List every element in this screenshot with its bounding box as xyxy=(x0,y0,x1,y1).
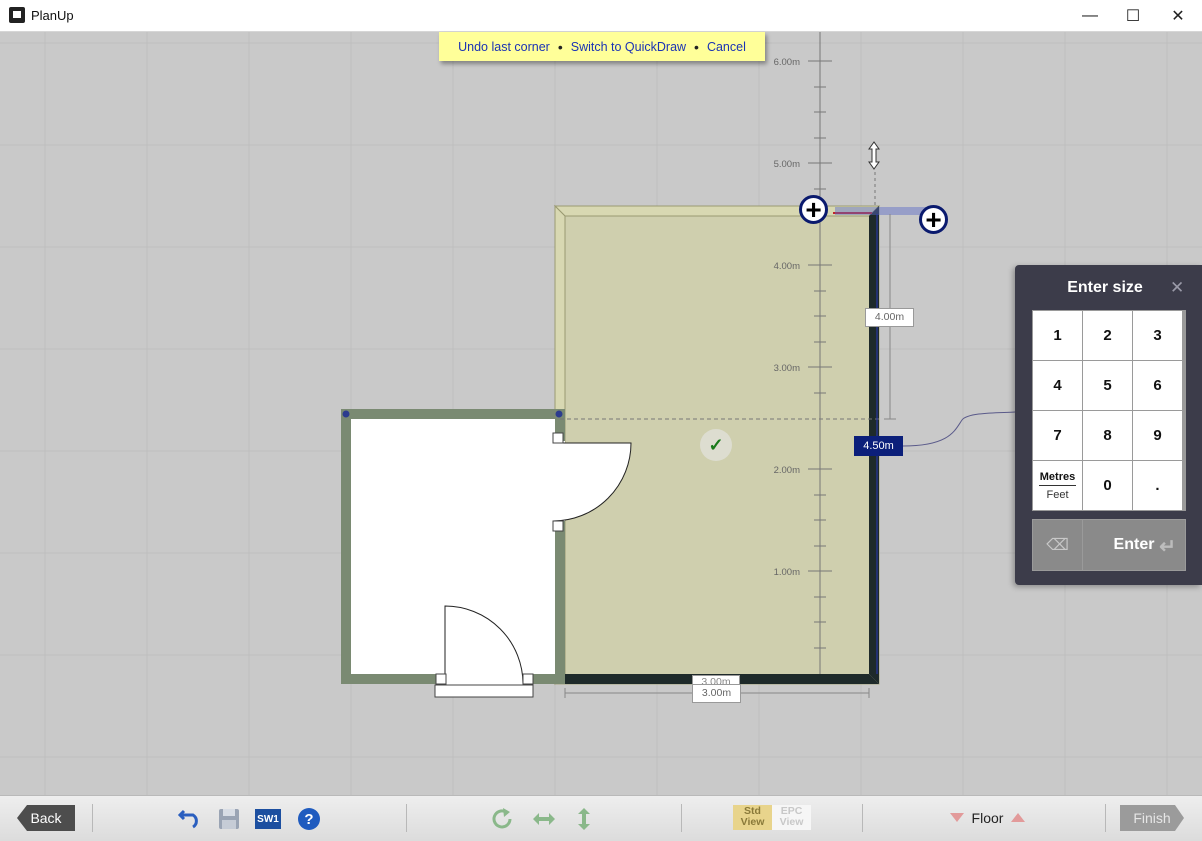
enter-key[interactable]: Enter ↵ xyxy=(1083,520,1185,570)
floor-navigator: Floor xyxy=(945,807,1030,829)
door-hinge[interactable] xyxy=(552,432,564,444)
toolbar-divider xyxy=(406,804,407,832)
epc-view-button[interactable]: EPC View xyxy=(772,805,811,830)
active-dimension-label[interactable]: 4.50m xyxy=(854,436,903,456)
key-0[interactable]: 0 xyxy=(1083,461,1132,510)
door-hinge[interactable] xyxy=(552,520,564,532)
toolbar-divider xyxy=(1105,804,1106,832)
save-icon[interactable] xyxy=(216,806,242,832)
enter-arrow-icon: ↵ xyxy=(1159,536,1176,558)
undo-last-corner-link[interactable]: Undo last corner xyxy=(458,40,550,54)
close-button[interactable]: ✕ xyxy=(1155,0,1201,31)
flip-vertical-icon[interactable] xyxy=(571,806,597,832)
key-1[interactable]: 1 xyxy=(1033,311,1082,360)
drawing-hint-bar: Undo last corner • Switch to QuickDraw •… xyxy=(439,32,765,61)
floor-down-icon[interactable] xyxy=(949,813,964,823)
toolbar-divider xyxy=(92,804,93,832)
panel-title: Enter size xyxy=(1067,279,1143,296)
rotate-icon[interactable] xyxy=(490,806,516,832)
undo-icon[interactable] xyxy=(175,806,201,832)
view-toggle: Std View EPC View xyxy=(733,805,811,830)
corner-node[interactable] xyxy=(342,410,350,418)
resize-cursor-icon xyxy=(868,141,880,170)
unit-toggle-key[interactable]: Metres Feet xyxy=(1033,461,1082,510)
panel-leader-line xyxy=(902,411,1016,447)
sw1-label: SW1 xyxy=(255,809,281,829)
door-threshold xyxy=(434,684,534,698)
backspace-key[interactable]: ⌫ xyxy=(1033,520,1082,570)
confirm-room-check-icon[interactable]: ✓ xyxy=(700,429,732,461)
backspace-icon: ⌫ xyxy=(1046,537,1069,554)
unit-metres-label: Metres xyxy=(1038,471,1077,486)
key-7[interactable]: 7 xyxy=(1033,411,1082,460)
key-decimal[interactable]: . xyxy=(1133,461,1182,510)
bottom-dimension-label[interactable]: 3.00m xyxy=(692,684,741,703)
ruler-label: 4.00m xyxy=(774,261,800,272)
enter-size-panel: Enter size ✕ 1 2 3 4 5 6 7 8 9 Metres Fe… xyxy=(1015,265,1202,585)
help-icon[interactable]: ? xyxy=(296,806,322,832)
key-2[interactable]: 2 xyxy=(1083,311,1132,360)
add-corner-plus-icon[interactable]: + xyxy=(799,195,828,224)
toolbar-divider xyxy=(681,804,682,832)
panel-close-icon[interactable]: ✕ xyxy=(1170,278,1184,298)
key-9[interactable]: 9 xyxy=(1133,411,1182,460)
std-view-line2: View xyxy=(740,816,765,828)
floor-label: Floor xyxy=(971,810,1004,826)
key-4[interactable]: 4 xyxy=(1033,361,1082,410)
help-label: ? xyxy=(298,808,320,830)
unit-feet-label: Feet xyxy=(1046,488,1069,501)
key-5[interactable]: 5 xyxy=(1083,361,1132,410)
door-hinge[interactable] xyxy=(522,673,534,685)
ruler-label: 2.00m xyxy=(774,465,800,476)
minimize-button[interactable]: — xyxy=(1067,0,1113,31)
numeric-keypad: 1 2 3 4 5 6 7 8 9 Metres Feet 0 . xyxy=(1032,310,1186,511)
height-dimension-label[interactable]: 4.00m xyxy=(865,308,914,327)
switch-quickdraw-link[interactable]: Switch to QuickDraw xyxy=(571,40,686,54)
back-button[interactable]: Back xyxy=(17,805,75,831)
add-corner-plus-icon[interactable]: + xyxy=(919,205,948,234)
sw1-icon[interactable]: SW1 xyxy=(255,806,281,832)
finish-button[interactable]: Finish xyxy=(1120,805,1184,831)
ruler-label: 6.00m xyxy=(774,57,800,68)
key-3[interactable]: 3 xyxy=(1133,311,1182,360)
keypad-actions: ⌫ Enter ↵ xyxy=(1032,519,1186,571)
window-title: PlanUp xyxy=(31,8,74,23)
door-hinge[interactable] xyxy=(435,673,447,685)
ruler-label: 5.00m xyxy=(774,159,800,170)
cancel-link[interactable]: Cancel xyxy=(707,40,746,54)
new-room-top-wall xyxy=(553,205,881,217)
title-bar: PlanUp — ☐ ✕ xyxy=(0,0,1202,32)
flip-horizontal-icon[interactable] xyxy=(531,806,557,832)
hint-separator: • xyxy=(694,38,699,55)
hint-separator: • xyxy=(557,38,563,55)
toolbar-divider xyxy=(862,804,863,832)
ruler-label: 3.00m xyxy=(774,363,800,374)
maximize-button[interactable]: ☐ xyxy=(1110,0,1156,31)
epc-view-line2: View xyxy=(779,816,804,828)
key-8[interactable]: 8 xyxy=(1083,411,1132,460)
std-view-button[interactable]: Std View xyxy=(733,805,772,830)
key-6[interactable]: 6 xyxy=(1133,361,1182,410)
ruler-label: 1.00m xyxy=(774,567,800,578)
corner-node[interactable] xyxy=(555,410,563,418)
bottom-toolbar: Back SW1 ? Std View EPC View Floor Finis… xyxy=(0,795,1202,841)
enter-label: Enter xyxy=(1113,536,1155,553)
floor-up-icon[interactable] xyxy=(1011,813,1026,823)
app-icon xyxy=(9,7,25,23)
